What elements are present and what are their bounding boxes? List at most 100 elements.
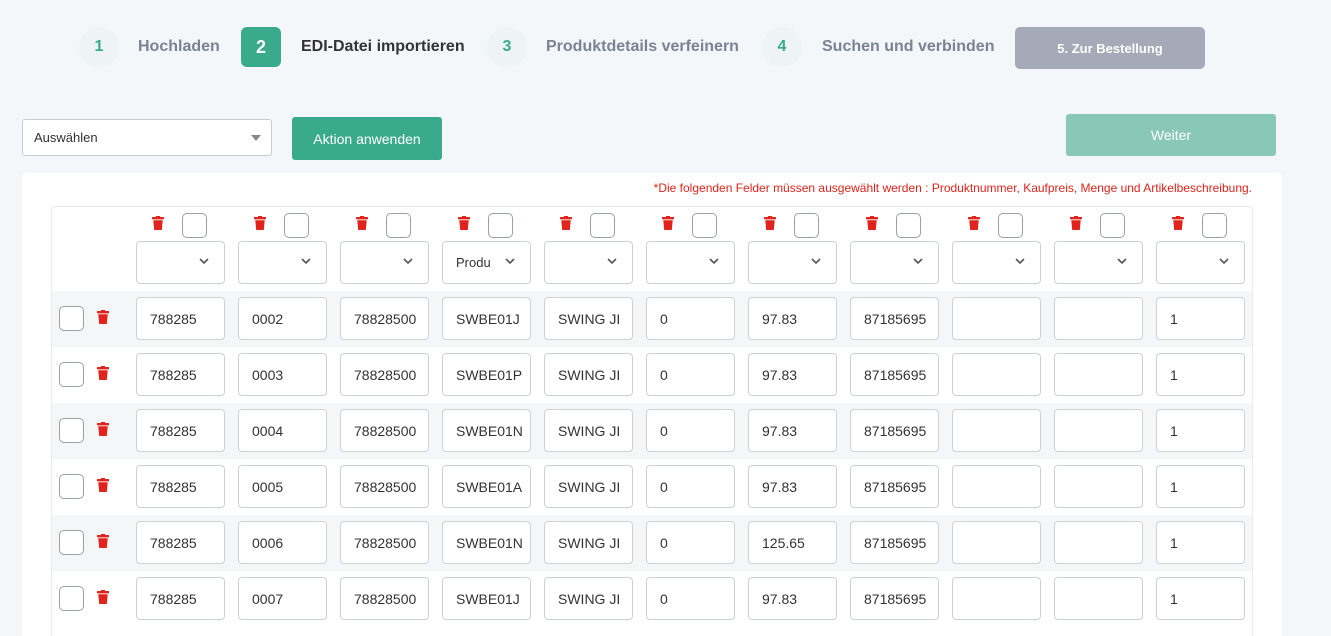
table-cell-input[interactable]: 788285	[136, 353, 225, 396]
row-checkbox[interactable]	[59, 418, 84, 443]
table-cell-input[interactable]: 0007	[238, 577, 327, 620]
step-3-label[interactable]: Produktdetails verfeinern	[546, 38, 739, 56]
table-cell-input[interactable]: 1	[1156, 521, 1245, 564]
table-cell-input[interactable]	[952, 577, 1041, 620]
bulk-action-select[interactable]: Auswählen	[22, 119, 272, 156]
table-cell-input[interactable]: 87185695	[850, 465, 939, 508]
table-cell-input[interactable]: 97.83	[748, 353, 837, 396]
delete-column-icon[interactable]	[356, 216, 368, 230]
column-mapping-select[interactable]	[850, 241, 939, 284]
table-cell-input[interactable]: SWING JI	[544, 353, 633, 396]
table-cell-input[interactable]: 87185695	[850, 409, 939, 452]
table-cell-input[interactable]: SWING JI	[544, 409, 633, 452]
table-cell-input[interactable]: SWING JI	[544, 465, 633, 508]
table-cell-input[interactable]: 97.83	[748, 409, 837, 452]
table-cell-input[interactable]: 0002	[238, 297, 327, 340]
table-cell-input[interactable]: 1	[1156, 353, 1245, 396]
table-cell-input[interactable]: 87185695	[850, 353, 939, 396]
table-cell-input[interactable]: 97.83	[748, 465, 837, 508]
delete-column-icon[interactable]	[254, 216, 266, 230]
column-mapping-select[interactable]	[238, 241, 327, 284]
column-mapping-select[interactable]: Produ	[442, 241, 531, 284]
table-cell-input[interactable]: SWBE01J	[442, 297, 531, 340]
step-2-number[interactable]: 2	[241, 27, 281, 67]
table-cell-input[interactable]: SWING JI	[544, 521, 633, 564]
step-1-label[interactable]: Hochladen	[138, 38, 220, 56]
column-checkbox[interactable]	[1100, 213, 1125, 238]
table-cell-input[interactable]: 97.83	[748, 297, 837, 340]
table-cell-input[interactable]: 87185695	[850, 297, 939, 340]
table-cell-input[interactable]: 788285	[136, 297, 225, 340]
table-cell-input[interactable]: 0005	[238, 465, 327, 508]
delete-column-icon[interactable]	[458, 216, 470, 230]
column-checkbox[interactable]	[896, 213, 921, 238]
step-2-label[interactable]: EDI-Datei importieren	[301, 38, 465, 56]
column-mapping-select[interactable]	[952, 241, 1041, 284]
table-cell-input[interactable]: 87185695	[850, 577, 939, 620]
table-cell-input[interactable]: 0004	[238, 409, 327, 452]
table-cell-input[interactable]: 78828500	[340, 353, 429, 396]
row-checkbox[interactable]	[59, 474, 84, 499]
table-cell-input[interactable]: 0	[646, 577, 735, 620]
table-cell-input[interactable]	[952, 297, 1041, 340]
column-mapping-select[interactable]	[646, 241, 735, 284]
row-checkbox[interactable]	[59, 586, 84, 611]
column-checkbox[interactable]	[284, 213, 309, 238]
next-button[interactable]: Weiter	[1066, 114, 1276, 156]
delete-column-icon[interactable]	[764, 216, 776, 230]
table-cell-input[interactable]: 78828500	[340, 577, 429, 620]
column-checkbox[interactable]	[692, 213, 717, 238]
step-4-label[interactable]: Suchen und verbinden	[822, 38, 994, 56]
table-cell-input[interactable]: 78828500	[340, 409, 429, 452]
delete-column-icon[interactable]	[152, 216, 164, 230]
delete-row-icon[interactable]	[97, 534, 109, 548]
column-checkbox[interactable]	[488, 213, 513, 238]
delete-row-icon[interactable]	[97, 310, 109, 324]
table-cell-input[interactable]	[1054, 465, 1143, 508]
column-checkbox[interactable]	[794, 213, 819, 238]
column-mapping-select[interactable]	[1054, 241, 1143, 284]
table-cell-input[interactable]: 0	[646, 297, 735, 340]
step-1-number[interactable]: 1	[79, 27, 119, 67]
table-cell-input[interactable]: SWBE01N	[442, 521, 531, 564]
delete-column-icon[interactable]	[1070, 216, 1082, 230]
table-cell-input[interactable]: SWING JI	[544, 577, 633, 620]
table-cell-input[interactable]: 1	[1156, 465, 1245, 508]
table-cell-input[interactable]: SWBE01P	[442, 353, 531, 396]
column-checkbox[interactable]	[386, 213, 411, 238]
delete-row-icon[interactable]	[97, 590, 109, 604]
delete-row-icon[interactable]	[97, 422, 109, 436]
step-4-number[interactable]: 4	[762, 27, 802, 67]
table-cell-input[interactable]: 1	[1156, 409, 1245, 452]
table-cell-input[interactable]: 788285	[136, 409, 225, 452]
table-cell-input[interactable]: 0003	[238, 353, 327, 396]
table-cell-input[interactable]: SWBE01N	[442, 409, 531, 452]
table-cell-input[interactable]	[1054, 577, 1143, 620]
table-cell-input[interactable]: 788285	[136, 521, 225, 564]
delete-row-icon[interactable]	[97, 366, 109, 380]
delete-column-icon[interactable]	[1172, 216, 1184, 230]
table-cell-input[interactable]: 97.83	[748, 577, 837, 620]
table-cell-input[interactable]: 0	[646, 465, 735, 508]
step-3-number[interactable]: 3	[487, 27, 527, 67]
table-cell-input[interactable]	[1054, 297, 1143, 340]
column-checkbox[interactable]	[182, 213, 207, 238]
column-mapping-select[interactable]	[544, 241, 633, 284]
table-cell-input[interactable]: SWING JI	[544, 297, 633, 340]
column-mapping-select[interactable]	[340, 241, 429, 284]
column-checkbox[interactable]	[998, 213, 1023, 238]
delete-column-icon[interactable]	[866, 216, 878, 230]
apply-action-button[interactable]: Aktion anwenden	[292, 117, 442, 160]
column-checkbox[interactable]	[1202, 213, 1227, 238]
table-cell-input[interactable]: 78828500	[340, 521, 429, 564]
row-checkbox[interactable]	[59, 362, 84, 387]
table-cell-input[interactable]	[1054, 353, 1143, 396]
table-cell-input[interactable]: SWBE01A	[442, 465, 531, 508]
table-cell-input[interactable]: 125.65	[748, 521, 837, 564]
table-cell-input[interactable]: 0	[646, 521, 735, 564]
table-cell-input[interactable]	[952, 465, 1041, 508]
delete-column-icon[interactable]	[662, 216, 674, 230]
column-mapping-select[interactable]	[1156, 241, 1245, 284]
table-cell-input[interactable]: 78828500	[340, 465, 429, 508]
delete-column-icon[interactable]	[968, 216, 980, 230]
